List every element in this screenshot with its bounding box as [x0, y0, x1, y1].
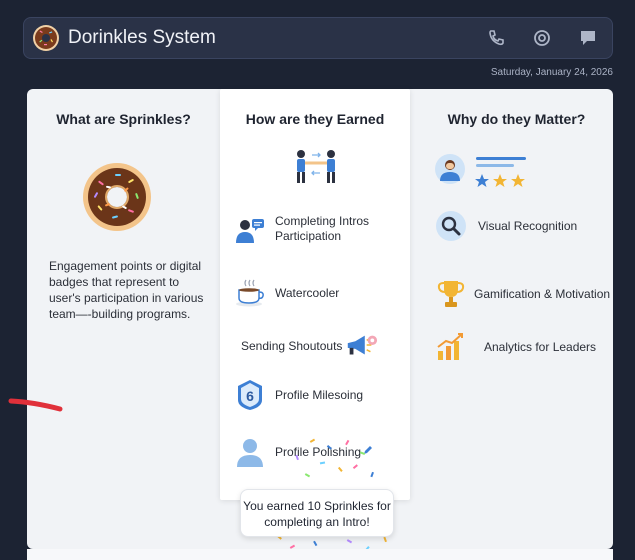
red-annotation-mark: [8, 398, 63, 412]
column-title-how: How are they Earned: [245, 111, 385, 127]
chat-icon: [581, 31, 595, 45]
earn-item-shoutouts[interactable]: Sending Shoutouts: [241, 329, 378, 363]
why-item-gamification[interactable]: Gamification & Motivation: [434, 277, 610, 311]
pencil-icon: [364, 446, 373, 454]
earn-item-intros[interactable]: Completing Intros Participation: [233, 212, 385, 246]
earn-item-label: Sending Shoutouts: [241, 338, 343, 353]
bottom-panel-edge: [27, 549, 613, 560]
earn-item-watercooler[interactable]: Watercooler: [233, 276, 339, 310]
column-title-what: What are Sprinkles?: [56, 111, 191, 127]
why-item-label: Visual Recognition: [478, 218, 578, 233]
phone-button[interactable]: [484, 26, 508, 50]
sprinkles-toast[interactable]: You earned 10 Sprinkles for completing a…: [240, 489, 394, 537]
column-how: How are they Earned Completing Intros Pa…: [220, 89, 410, 500]
settings-button[interactable]: [530, 26, 554, 50]
header-actions: [484, 26, 600, 50]
info-panel: What are Sprinkles? Engagement points or…: [27, 89, 613, 549]
coffee-cup-icon: [236, 279, 264, 307]
current-date: Saturday, January 24, 2026: [490, 67, 613, 78]
sprinkles-definition: Engagement points or digital badges that…: [49, 259, 204, 321]
phone-icon: [489, 30, 504, 46]
app-title: Dorinkles System: [68, 27, 216, 48]
donut-icon: [83, 163, 151, 231]
earn-item-label: Profile Milesoing: [275, 387, 364, 402]
app-header: Dorinkles System: [23, 17, 613, 59]
people-exchange-icon: [297, 150, 335, 183]
user-chat-icon: [236, 219, 264, 243]
chat-button[interactable]: [576, 26, 600, 50]
why-item-analytics[interactable]: Analytics for Leaders: [434, 330, 596, 364]
svg-text:6: 6: [246, 388, 254, 404]
earn-item-polishing[interactable]: Profile Polishing: [233, 435, 374, 469]
why-item-label: Analytics for Leaders: [484, 339, 597, 354]
column-title-why: Why do they Matter?: [447, 111, 586, 127]
bar-chart-icon: [437, 333, 463, 360]
megaphone-icon: [348, 335, 378, 355]
earn-item-milestone[interactable]: 6 Profile Milesoing: [233, 378, 363, 412]
column-what: What are Sprinkles? Engagement points or…: [27, 89, 220, 549]
badge-six-icon: 6: [238, 380, 262, 410]
settings-icon: [534, 30, 550, 46]
column-why: Why do they Matter? Visual Recognition G…: [420, 89, 613, 549]
earn-item-label: Watercooler: [275, 285, 340, 300]
why-item-label: Gamification & Motivation: [474, 286, 611, 301]
earn-item-label: Completing Intros Participation: [275, 214, 370, 243]
why-item-recognition[interactable]: Visual Recognition: [434, 209, 577, 243]
donut-logo-icon: [33, 25, 59, 51]
trophy-icon: [437, 281, 465, 307]
magnifier-icon: [436, 211, 466, 241]
earn-item-label: Profile Polishing: [275, 444, 362, 459]
rated-user-icon: [435, 154, 526, 187]
profile-avatar-icon: [237, 439, 263, 467]
